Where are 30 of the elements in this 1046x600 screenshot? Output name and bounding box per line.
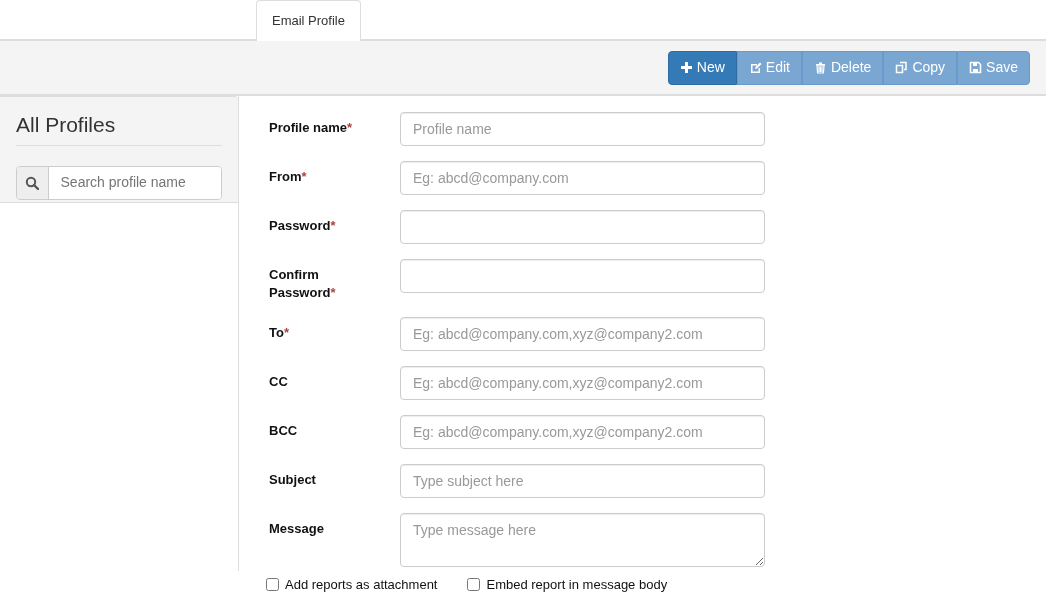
field-label: Confirm Password*	[269, 266, 337, 302]
input-field[interactable]: Eg: abcd@company.com,xyz@company2.com	[400, 415, 765, 449]
field-label: To*	[269, 324, 290, 342]
checkbox[interactable]	[266, 578, 279, 592]
field-label: Password*	[269, 217, 337, 235]
input-field[interactable]: Eg: abcd@company.com,xyz@company2.com	[400, 317, 765, 351]
field-label: Profile name*	[269, 119, 354, 137]
input-field[interactable]: Type subject here	[400, 464, 765, 498]
trash-icon	[813, 61, 827, 74]
field-label: Message	[269, 520, 325, 538]
input-field[interactable]: Eg: abcd@company.com	[400, 161, 765, 195]
sidebar-title: All Profiles	[16, 109, 222, 146]
field-label: BCC	[269, 422, 299, 440]
field-label: From*	[269, 168, 308, 186]
input-field[interactable]	[400, 259, 765, 293]
search-icon	[25, 175, 40, 190]
checkbox-label: Embed report in message body	[486, 576, 668, 594]
field-label: Subject	[269, 471, 317, 489]
message-box[interactable]: Type message here	[400, 513, 765, 567]
input-field[interactable]	[400, 210, 765, 244]
toolbar-button[interactable]: New	[667, 50, 737, 85]
field-label: CC	[269, 373, 289, 391]
copy-icon	[895, 61, 909, 74]
input-field[interactable]: Profile name	[400, 112, 765, 146]
checkbox-label: Add reports as attachment	[285, 576, 438, 594]
plus-icon	[679, 61, 693, 74]
search-field[interactable]: Search profile name	[16, 165, 222, 200]
tab[interactable]: Email Profile	[256, 0, 361, 41]
input-field[interactable]: Eg: abcd@company.com,xyz@company2.com	[400, 366, 765, 400]
checkbox[interactable]	[467, 578, 481, 592]
